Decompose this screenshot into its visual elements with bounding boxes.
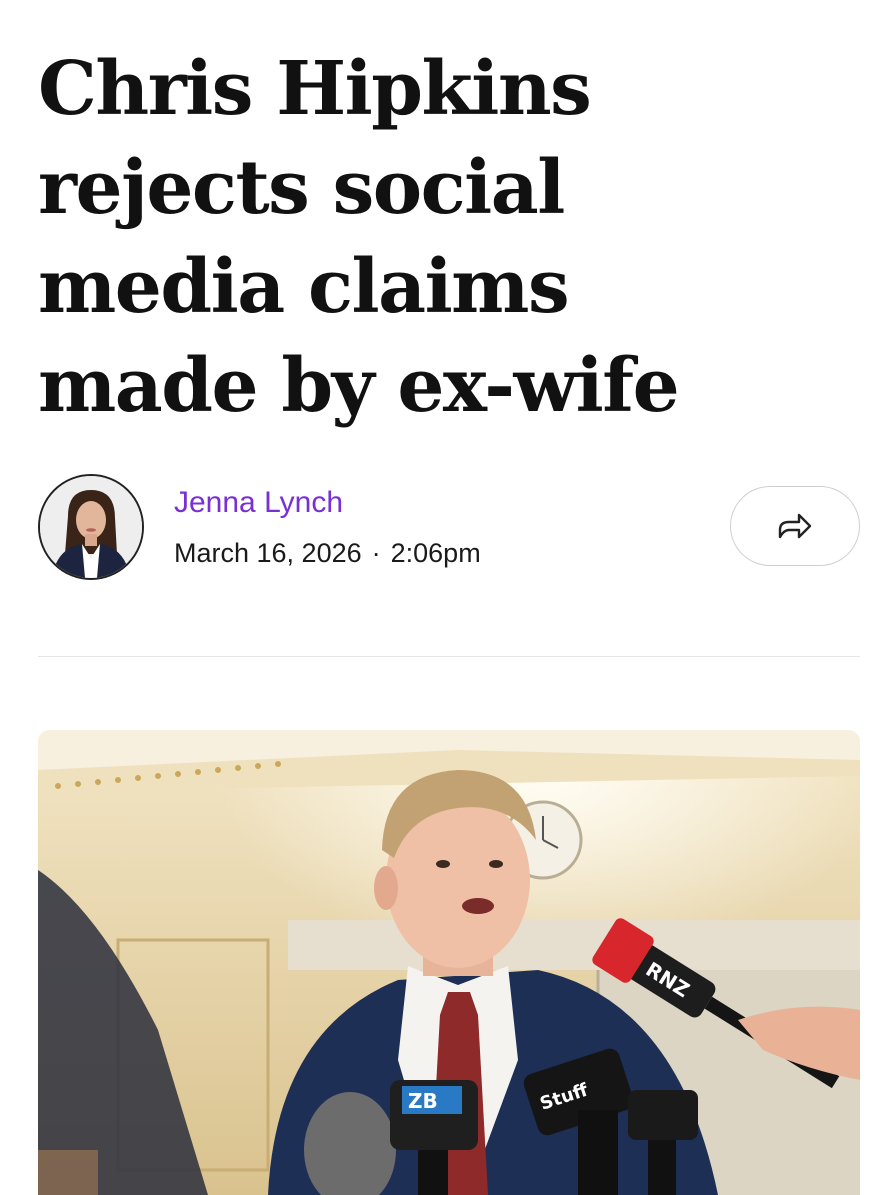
- article-hero-image[interactable]: RNZ ZB Stuff: [38, 730, 860, 1195]
- author-portrait-icon: [40, 476, 142, 578]
- publish-time: 2:06pm: [390, 538, 481, 568]
- press-conference-photo: RNZ ZB Stuff: [38, 730, 860, 1195]
- zb-mic-label: ZB: [408, 1089, 438, 1113]
- headline-line-2: rejects social: [38, 145, 565, 231]
- share-arrow-icon: [778, 513, 812, 539]
- article-headline: Chris Hipkins rejects social media claim…: [38, 40, 858, 436]
- byline: Jenna Lynch March 16, 2026 · 2:06pm: [38, 472, 860, 584]
- headline-line-4: made by ex-wife: [38, 343, 680, 429]
- publish-dateline: March 16, 2026 · 2:06pm: [174, 538, 481, 569]
- publish-date: March 16, 2026: [174, 538, 362, 568]
- headline-line-3: media claims: [38, 244, 570, 330]
- header-divider: [38, 656, 860, 657]
- headline-line-1: Chris Hipkins: [38, 46, 592, 132]
- author-avatar[interactable]: [38, 474, 144, 580]
- share-button[interactable]: [730, 486, 860, 566]
- date-separator: ·: [371, 538, 381, 568]
- author-name-link[interactable]: Jenna Lynch: [174, 486, 343, 520]
